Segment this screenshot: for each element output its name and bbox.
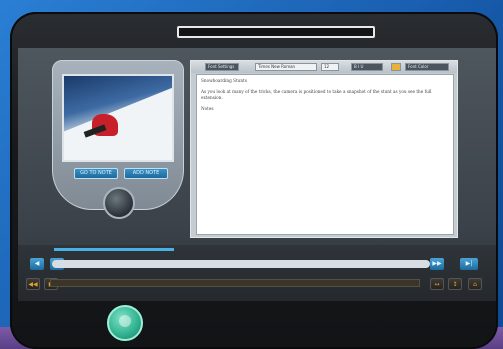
timeline-track[interactable] [50, 279, 420, 287]
home-button[interactable] [107, 305, 143, 341]
size-select[interactable]: 12 [321, 63, 339, 71]
jog-knob[interactable] [103, 187, 135, 219]
font-select[interactable]: Times New Roman [255, 63, 317, 71]
go-to-note-button[interactable]: GO TO NOTE [74, 168, 118, 179]
font-color-button[interactable]: Font Color [405, 63, 449, 71]
home-small-icon[interactable]: ⌂ [468, 278, 482, 290]
rewind-icon[interactable]: ◀ [30, 258, 44, 270]
snow-slope [64, 86, 172, 160]
seek-bar[interactable] [52, 260, 430, 268]
font-settings-button[interactable]: Font Settings [205, 63, 239, 71]
format-buttons[interactable]: B I U [351, 63, 383, 71]
editor-panel: Font Settings Times New Roman 12 B I U F… [190, 60, 458, 238]
rewind-small-icon[interactable]: ◀◀ [26, 278, 40, 290]
speaker-slot [177, 26, 375, 38]
color-swatch[interactable] [391, 63, 401, 71]
text-editor[interactable]: Snowboarding Stunts As you look at many … [196, 74, 454, 235]
playback-controls [18, 245, 496, 301]
skip-forward-icon[interactable]: ▶▶ [430, 258, 444, 270]
add-note-button[interactable]: ADD NOTE [124, 168, 168, 179]
home-button-shine [119, 315, 131, 327]
editor-toolbar: Font Settings Times New Roman 12 B I U F… [191, 61, 457, 73]
editor-heading: Snowboarding Stunts [201, 78, 247, 83]
progress-indicator [54, 248, 174, 251]
video-player[interactable] [62, 74, 174, 162]
editor-paragraph: As you look at many of the tricks, the c… [201, 89, 432, 100]
expand-icon[interactable]: ↔ [430, 278, 444, 290]
end-icon[interactable]: ▶| [460, 258, 478, 270]
resize-icon[interactable]: ↕ [448, 278, 462, 290]
editor-note: Notes [201, 106, 214, 111]
